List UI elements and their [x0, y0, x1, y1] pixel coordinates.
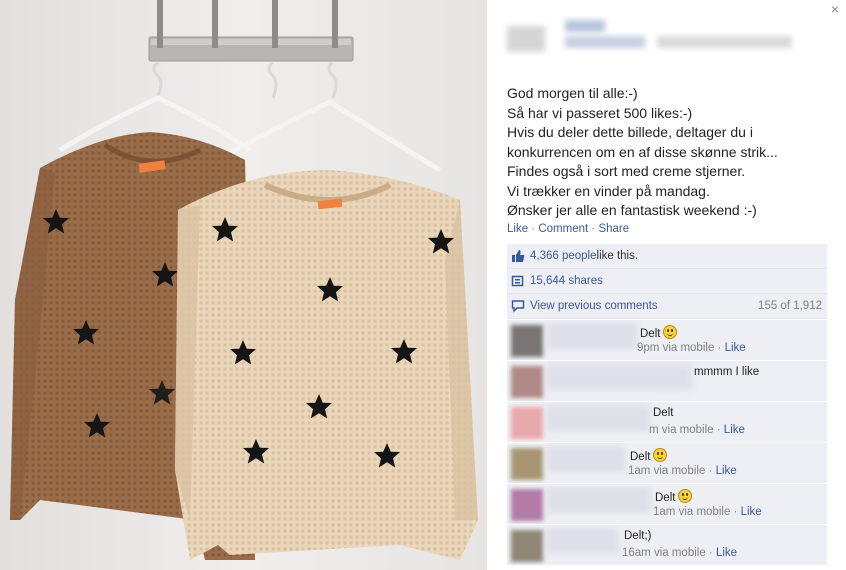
comment-author[interactable]: [547, 323, 637, 349]
avatar[interactable]: [511, 407, 543, 439]
likes-count-link[interactable]: 4,366 people: [530, 250, 597, 262]
feedback-panel: 4,366 people like this. 15,644 shares Vi…: [507, 244, 827, 565]
comment-author[interactable]: [547, 364, 692, 390]
post-line: Hvis du deler dette billede, deltager du…: [507, 124, 753, 140]
comment-text: mmmm I like: [694, 366, 760, 378]
close-icon[interactable]: ×: [831, 1, 839, 17]
post-author-header: [507, 20, 837, 60]
photo-icon: [0, 0, 487, 570]
comment-item: Delt 1am via mobile · Like: [507, 483, 827, 524]
view-previous-row: View previous comments 155 of 1,912: [507, 294, 827, 319]
share-link[interactable]: Share: [598, 223, 629, 235]
comment-like-link[interactable]: Like: [725, 342, 746, 354]
comment-author[interactable]: [547, 487, 651, 513]
avatar[interactable]: [511, 325, 543, 357]
share-icon: [511, 274, 525, 288]
comment-count: 155 of 1,912: [758, 300, 822, 312]
comment-text: Delt: [653, 407, 674, 419]
avatar[interactable]: [507, 26, 545, 52]
comment-author[interactable]: [547, 405, 650, 431]
shares-row: 15,644 shares: [507, 269, 827, 294]
comment-author[interactable]: [547, 446, 625, 472]
like-link[interactable]: Like: [507, 223, 528, 235]
comment-meta: 1am via mobile · Like: [653, 506, 762, 518]
comment-meta: m via mobile · Like: [649, 424, 745, 436]
smiley-icon: [653, 448, 668, 462]
post-sidebar: × God morgen til alle:-) Så har vi passe…: [487, 0, 846, 570]
post-timestamp: [657, 36, 792, 48]
comment-text: Delt: [640, 325, 678, 340]
smiley-icon: [663, 325, 678, 339]
comment-meta: 16am via mobile · Like: [622, 547, 738, 559]
comment-like-link[interactable]: Like: [741, 506, 762, 518]
comment-item: mmmm I like: [507, 360, 827, 401]
comment-like-link[interactable]: Like: [724, 424, 745, 436]
post-line: Findes også i sort med creme stjerner.: [507, 163, 746, 179]
author-name[interactable]: [565, 20, 605, 32]
avatar[interactable]: [511, 366, 543, 398]
post-line: konkurrencen om en af disse skønne strik…: [507, 143, 778, 160]
comment-link[interactable]: Comment: [538, 223, 588, 235]
comment-item: Delt 1am via mobile · Like: [507, 442, 827, 483]
comment-text: Delt;): [624, 530, 652, 542]
likes-row: 4,366 people like this.: [507, 244, 827, 269]
shares-count-link[interactable]: 15,644 shares: [530, 275, 603, 287]
comment-item: Delt;) 16am via mobile · Like: [507, 524, 827, 565]
comment-text: Delt: [630, 448, 668, 463]
page-link[interactable]: [565, 36, 645, 48]
avatar[interactable]: [511, 489, 543, 521]
avatar[interactable]: [511, 448, 543, 480]
separator: ·: [528, 223, 539, 235]
post-line: Vi trækker en vinder på mandag.: [507, 182, 710, 199]
comment-item: Delt 9pm via mobile · Like: [507, 319, 827, 360]
view-previous-comments-link[interactable]: View previous comments: [530, 300, 658, 312]
comment-like-link[interactable]: Like: [716, 465, 737, 477]
avatar[interactable]: [511, 530, 543, 562]
comment-meta: 9pm via mobile · Like: [637, 342, 746, 354]
post-actions: Like · Comment · Share: [507, 223, 629, 235]
thumbs-up-icon: [511, 249, 525, 263]
post-message: God morgen til alle:-) Så har vi passere…: [507, 84, 837, 221]
comment-like-link[interactable]: Like: [716, 547, 737, 559]
likes-suffix: like this.: [596, 250, 639, 262]
comment-author[interactable]: [547, 528, 619, 554]
post-photo[interactable]: [0, 0, 487, 570]
smiley-icon: [678, 489, 693, 503]
separator: ·: [588, 223, 599, 235]
post-line: Ønsker jer alle en fantastisk weekend :-…: [507, 202, 757, 218]
comment-item: Delt m via mobile · Like: [507, 401, 827, 442]
post-line: God morgen til alle:-): [507, 85, 638, 101]
comment-bubble-icon: [511, 299, 525, 313]
comment-meta: 1am via mobile · Like: [628, 465, 737, 477]
comment-text: Delt: [655, 489, 693, 504]
post-line: Så har vi passeret 500 likes:-): [507, 104, 693, 121]
